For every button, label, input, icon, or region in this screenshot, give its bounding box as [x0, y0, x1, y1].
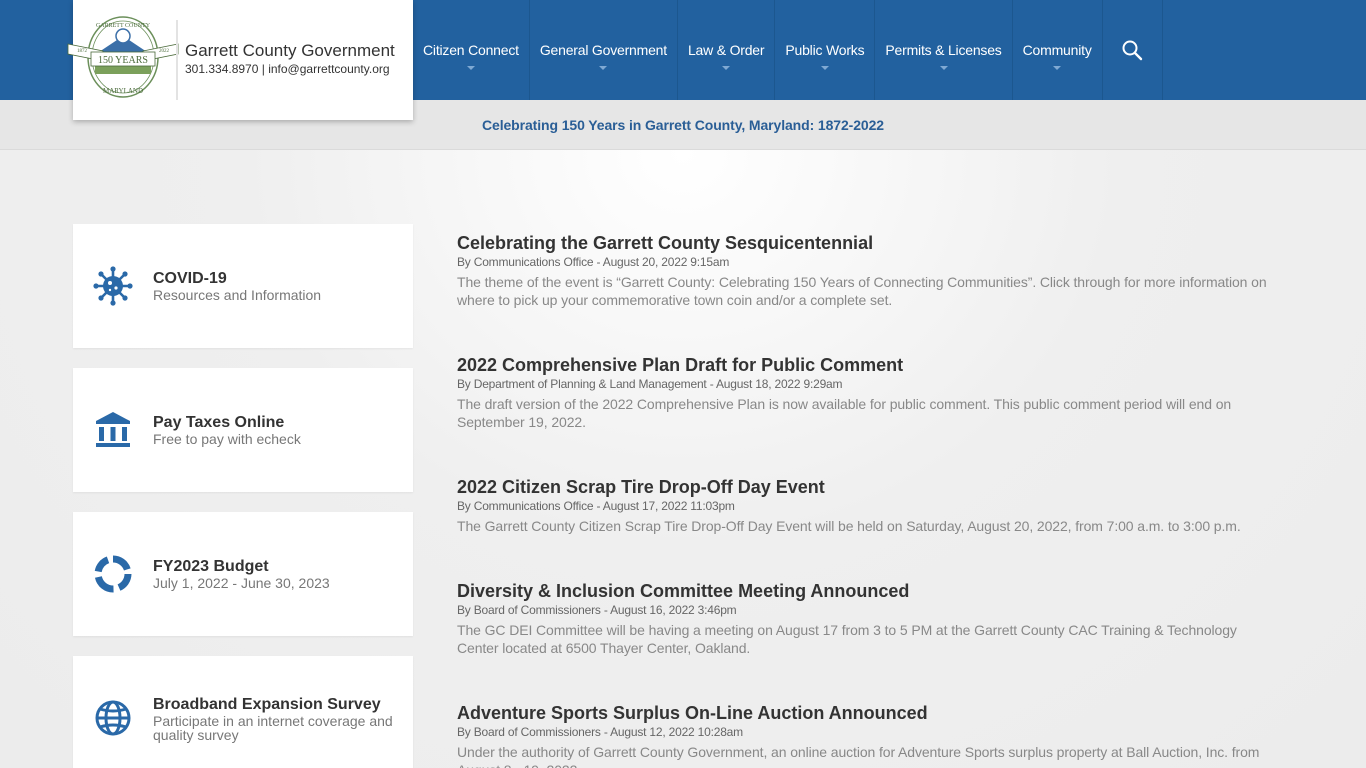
news-item-meta: By Board of Commissioners - August 12, 2…	[457, 725, 743, 739]
search-button[interactable]	[1103, 0, 1163, 100]
card-subtitle: Participate in an internet coverage and …	[153, 713, 393, 743]
logo-divider	[176, 20, 178, 100]
news-item-summary: The GC DEI Committee will be having a me…	[457, 622, 1237, 656]
donut-chart-icon	[94, 555, 132, 593]
nav-item-general-government[interactable]: General Government	[530, 0, 678, 100]
chevron-down-icon	[722, 66, 731, 70]
news-item-title[interactable]: 2022 Comprehensive Plan Draft for Public…	[457, 355, 1277, 376]
news-item: Diversity & Inclusion Committee Meeting …	[457, 581, 1277, 657]
card-title: COVID-19	[153, 270, 227, 287]
top-navigation-bar: 150 YEARS GARRETT COUNTY MARYLAND 1872 2…	[0, 0, 1366, 120]
bank-icon	[96, 412, 130, 447]
chevron-down-icon	[466, 66, 475, 70]
news-item-title[interactable]: Adventure Sports Surplus On-Line Auction…	[457, 703, 1277, 724]
seal-years-text: 150 YEARS	[98, 55, 148, 66]
news-item-meta: By Communications Office - August 17, 20…	[457, 499, 735, 513]
news-item-meta: By Board of Commissioners - August 16, 2…	[457, 603, 737, 617]
card-title: Broadband Expansion Survey	[153, 696, 381, 713]
nav-item-label: Citizen Connect	[423, 42, 519, 58]
chevron-down-icon	[820, 66, 829, 70]
nav-item-permits-licenses[interactable]: Permits & Licenses	[875, 0, 1013, 100]
nav-item-label: Community	[1022, 42, 1092, 58]
site-logo-card[interactable]: 150 YEARS GARRETT COUNTY MARYLAND 1872 2…	[67, 0, 413, 120]
seal-end-year: 2022	[159, 49, 170, 54]
site-contact-info: 301.334.8970 | info@garrettcounty.org	[185, 62, 390, 76]
banner-link[interactable]: Celebrating 150 Years in Garrett County,…	[482, 117, 884, 133]
main-nav: Citizen Connect General Government Law &…	[413, 0, 1163, 100]
card-subtitle: Resources and Information	[153, 287, 322, 303]
globe-icon	[95, 700, 131, 736]
news-item: Celebrating the Garrett County Sesquicen…	[457, 233, 1277, 309]
news-item-meta: By Communications Office - August 20, 20…	[457, 255, 730, 269]
nav-item-label: Public Works	[785, 42, 865, 58]
news-item: Adventure Sports Surplus On-Line Auction…	[457, 703, 1277, 768]
nav-item-law-order[interactable]: Law & Order	[678, 0, 776, 100]
seal-top-text: GARRETT COUNTY	[96, 23, 151, 29]
nav-item-citizen-connect[interactable]: Citizen Connect	[413, 0, 530, 100]
card-subtitle: Free to pay with echeck	[153, 431, 301, 447]
card-subtitle: July 1, 2022 - June 30, 2023	[153, 575, 330, 591]
chevron-down-icon	[1053, 66, 1062, 70]
seal-start-year: 1872	[77, 49, 88, 54]
chevron-down-icon	[599, 66, 608, 70]
news-item-title[interactable]: Diversity & Inclusion Committee Meeting …	[457, 581, 1277, 602]
site-title[interactable]: Garrett County Government	[185, 41, 395, 61]
news-item-title[interactable]: 2022 Citizen Scrap Tire Drop-Off Day Eve…	[457, 477, 1277, 498]
news-item-title[interactable]: Celebrating the Garrett County Sesquicen…	[457, 233, 1277, 254]
county-seal-logo: 150 YEARS GARRETT COUNTY MARYLAND 1872 2…	[67, 16, 179, 98]
card-title: Pay Taxes Online	[153, 414, 285, 431]
virus-icon	[93, 266, 133, 306]
nav-item-label: General Government	[539, 42, 667, 58]
chevron-down-icon	[939, 66, 948, 70]
news-item: 2022 Citizen Scrap Tire Drop-Off Day Eve…	[457, 477, 1277, 535]
news-item-meta: By Department of Planning & Land Managem…	[457, 377, 843, 391]
nav-item-public-works[interactable]: Public Works	[775, 0, 876, 100]
news-item-summary: The Garrett County Citizen Scrap Tire Dr…	[457, 518, 1241, 534]
search-icon	[1122, 40, 1143, 61]
quick-link-broadband-survey[interactable]: Broadband Expansion Survey Participate i…	[73, 656, 413, 768]
seal-bottom-text: MARYLAND	[103, 87, 143, 95]
nav-item-label: Law & Order	[687, 42, 765, 58]
card-title: FY2023 Budget	[153, 558, 269, 575]
quick-link-pay-taxes[interactable]: Pay Taxes Online Free to pay with echeck	[73, 368, 413, 492]
quick-link-budget[interactable]: FY2023 Budget July 1, 2022 - June 30, 20…	[73, 512, 413, 636]
quick-link-covid[interactable]: COVID-19 Resources and Information	[73, 224, 413, 348]
nav-item-community[interactable]: Community	[1013, 0, 1103, 100]
news-item-summary: The draft version of the 2022 Comprehens…	[457, 396, 1232, 430]
news-item-summary: Under the authority of Garrett County Go…	[457, 744, 1260, 768]
nav-item-label: Permits & Licenses	[885, 42, 1002, 58]
news-item-summary: The theme of the event is “Garrett Count…	[457, 274, 1267, 308]
news-item: 2022 Comprehensive Plan Draft for Public…	[457, 355, 1277, 431]
